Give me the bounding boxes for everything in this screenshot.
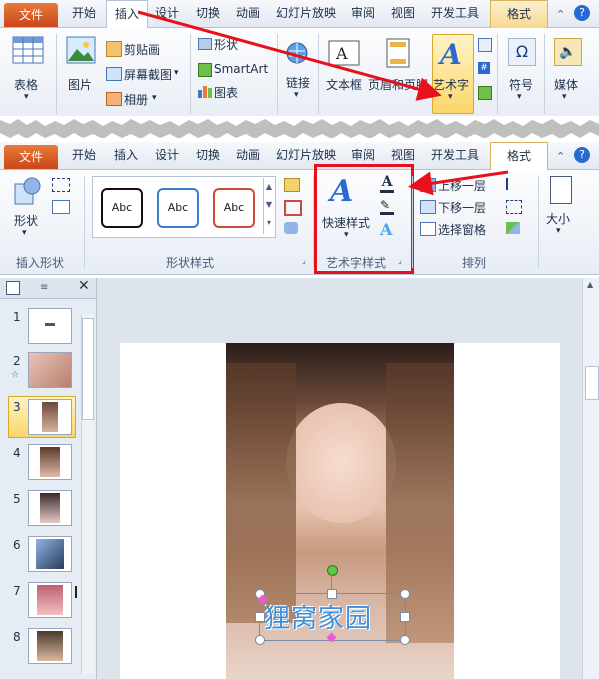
arrow-to-wordart-styles (408, 170, 509, 196)
arrow-to-wordart (137, 10, 442, 101)
annotation-arrows (137, 10, 509, 196)
